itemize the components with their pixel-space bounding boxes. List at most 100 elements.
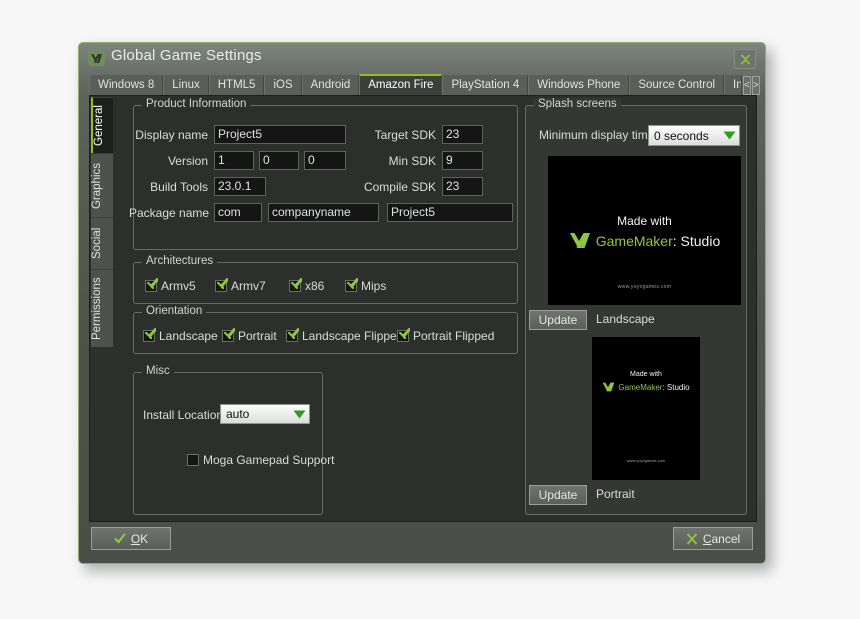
chevron-down-icon[interactable] [290, 405, 309, 423]
minimum-display-time-value: 0 seconds [654, 128, 709, 143]
checkbox-armv7-box[interactable] [215, 278, 228, 292]
version-major-input[interactable]: 1 [214, 151, 254, 170]
build-tools-input[interactable]: 23.0.1 [214, 177, 266, 196]
checkbox-portrait-label: Portrait [238, 329, 277, 343]
sidebar-item-permissions[interactable]: Permissions [91, 269, 113, 347]
ok-button[interactable]: OK [91, 527, 171, 550]
version-label: Version [167, 154, 208, 168]
landscape-splash-brand: GameMaker : Studio [548, 232, 741, 249]
install-location-dropdown[interactable]: auto [220, 404, 310, 424]
portrait-splash-brand-1: GameMaker [618, 382, 663, 392]
misc-legend: Misc [142, 365, 174, 377]
product-information-group: Product Information Display name Project… [129, 98, 518, 250]
package-name-label: Package name [129, 206, 210, 220]
checkbox-armv7[interactable]: Armv7 [215, 278, 266, 293]
checkbox-armv5-label: Armv5 [161, 279, 196, 293]
checkbox-landscape-label: Landscape [159, 329, 218, 343]
tabs-prev-button[interactable]: < [743, 76, 751, 95]
landscape-splash-made-with: Made with [617, 214, 672, 228]
tab-html5[interactable]: HTML5 [208, 75, 265, 95]
checkbox-mips[interactable]: Mips [345, 278, 387, 293]
checkbox-landscape-flipped-box[interactable] [286, 328, 299, 342]
landscape-splash-brand-1: GameMaker [595, 232, 673, 249]
tab-source-control[interactable]: Source Control [629, 75, 725, 95]
architectures-legend: Architectures [142, 255, 218, 267]
platform-tabs: Windows 8 Linux HTML5 iOS Android Amazon… [89, 74, 760, 95]
sidebar-item-graphics[interactable]: Graphics [91, 153, 113, 217]
landscape-splash-preview[interactable]: Made with GameMaker : Studio www.yoyogam… [548, 156, 741, 305]
install-location-label: Install Location: [143, 408, 227, 422]
min-sdk-input[interactable]: 9 [442, 151, 483, 170]
portrait-splash-url: www.yoyogames.com [626, 458, 666, 463]
gamemaker-logo-icon [88, 50, 105, 66]
section-tabs: General Graphics Social Permissions [91, 97, 113, 347]
page-title: Global Game Settings [111, 47, 262, 64]
tab-windows8[interactable]: Windows 8 [89, 75, 164, 95]
portrait-splash-brand-2: : Studio [662, 382, 690, 392]
checkbox-portrait-flipped-label: Portrait Flipped [413, 329, 495, 343]
dialog-footer: OK Cancel [79, 521, 765, 563]
compile-sdk-input[interactable]: 23 [442, 177, 483, 196]
version-minor-input[interactable]: 0 [259, 151, 299, 170]
cancel-button[interactable]: Cancel [673, 527, 753, 550]
ok-label-accesskey: O [130, 531, 141, 546]
checkbox-landscape-box[interactable] [143, 328, 156, 342]
checkbox-x86-box[interactable] [289, 278, 302, 292]
settings-content-panel: General Graphics Social Permissions Prod… [89, 95, 757, 522]
package-name-part2-input[interactable]: companyname [268, 203, 379, 222]
compile-sdk-label: Compile SDK [363, 180, 436, 194]
title-bar: Global Game Settings [79, 43, 765, 73]
checkbox-portrait-box[interactable] [222, 328, 235, 342]
checkbox-landscape[interactable]: Landscape [143, 328, 218, 343]
tab-linux[interactable]: Linux [163, 75, 209, 95]
portrait-update-button[interactable]: Update [529, 485, 587, 505]
version-build-input[interactable]: 0 [304, 151, 346, 170]
checkbox-landscape-flipped-label: Landscape Flipped [302, 329, 404, 343]
checkbox-armv5-box[interactable] [145, 278, 158, 292]
checkbox-portrait[interactable]: Portrait [222, 328, 277, 343]
checkbox-landscape-flipped[interactable]: Landscape Flipped [286, 328, 404, 343]
global-game-settings-dialog: Global Game Settings Windows 8 Linux HTM… [78, 42, 766, 564]
architectures-group: Architectures Armv5 Armv7 x86 Mips [133, 255, 518, 304]
misc-group: Misc Install Location: auto Moga Gamepad… [133, 365, 334, 515]
display-name-input[interactable]: Project5 [214, 125, 346, 144]
landscape-update-button[interactable]: Update [529, 310, 587, 330]
tab-amazon-fire[interactable]: Amazon Fire [359, 74, 443, 95]
sidebar-item-social[interactable]: Social [91, 217, 113, 269]
checkbox-mips-box[interactable] [345, 278, 358, 292]
checkbox-x86-label: x86 [305, 279, 325, 293]
tab-playstation4[interactable]: PlayStation 4 [442, 75, 529, 95]
checkbox-portrait-flipped[interactable]: Portrait Flipped [397, 328, 495, 343]
checkbox-moga-gamepad-support-box[interactable] [187, 454, 199, 466]
checkbox-moga-gamepad-support[interactable]: Moga Gamepad Support [187, 453, 334, 467]
cross-icon [686, 532, 698, 545]
tab-in-app-purchase[interactable]: In App Purchase [724, 75, 743, 95]
tab-windows-phone[interactable]: Windows Phone [528, 75, 630, 95]
landscape-caption: Landscape [596, 312, 655, 326]
display-name-label: Display name [135, 128, 208, 142]
checkbox-moga-gamepad-support-label: Moga Gamepad Support [203, 453, 335, 467]
tab-ios[interactable]: iOS [264, 75, 302, 95]
tabs-next-button[interactable]: > [751, 76, 760, 95]
tab-android[interactable]: Android [301, 75, 360, 95]
product-information-legend: Product Information [142, 98, 251, 110]
package-name-part3-input[interactable]: Project5 [387, 203, 513, 222]
portrait-splash-preview[interactable]: Made with GameMaker : Studio www.yoyogam… [592, 337, 700, 480]
checkbox-armv7-label: Armv7 [231, 279, 266, 293]
package-name-part1-input[interactable]: com [214, 203, 262, 222]
checkbox-armv5[interactable]: Armv5 [145, 278, 196, 293]
minimum-display-time-dropdown[interactable]: 0 seconds [648, 125, 740, 146]
landscape-splash-url: www.yoyogames.com [617, 284, 672, 290]
sidebar-item-general[interactable]: General [91, 97, 113, 153]
checkbox-x86[interactable]: x86 [289, 278, 325, 293]
target-sdk-input[interactable]: 23 [442, 125, 483, 144]
orientation-legend: Orientation [142, 305, 207, 317]
minimum-display-time-label: Minimum display time: [539, 128, 658, 142]
portrait-splash-brand: GameMaker : Studio [592, 382, 700, 392]
portrait-caption: Portrait [596, 487, 635, 501]
checkbox-portrait-flipped-box[interactable] [397, 328, 410, 342]
checkbox-mips-label: Mips [361, 279, 387, 293]
install-location-value: auto [226, 407, 250, 421]
close-icon[interactable] [734, 49, 756, 69]
chevron-down-icon[interactable] [720, 126, 739, 145]
